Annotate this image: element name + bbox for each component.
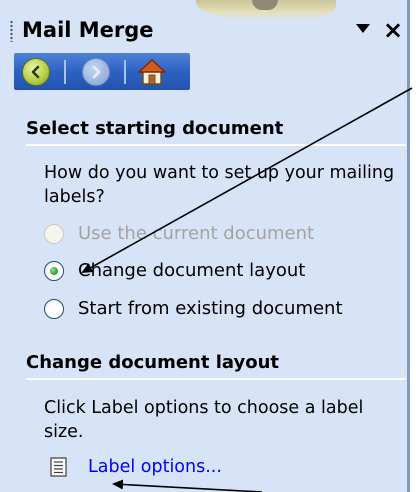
toolbar-separator <box>124 60 126 84</box>
option-label-use-current-document: Use the current document <box>78 223 315 244</box>
close-icon[interactable]: × <box>383 16 403 44</box>
radio-start-from-existing-document[interactable] <box>44 299 64 319</box>
toolbar-separator <box>64 60 66 84</box>
document-icon[interactable] <box>50 457 68 477</box>
drag-grip-icon[interactable] <box>10 20 13 42</box>
back-arrow-icon[interactable] <box>22 58 50 86</box>
task-pane-title-bar: Mail Merge × <box>0 10 410 50</box>
label-options-link-text[interactable]: Label options... <box>88 454 222 480</box>
option-label-change-document-layout[interactable]: Change document layout <box>78 258 305 284</box>
section-divider <box>26 144 406 146</box>
section-heading-select-starting-document: Select starting document <box>26 118 284 139</box>
forward-arrow-icon[interactable] <box>82 58 110 86</box>
navigation-toolbar <box>14 53 190 90</box>
option-label-start-from-existing-document[interactable]: Start from existing document <box>78 296 343 322</box>
section-divider <box>26 378 406 380</box>
home-icon[interactable] <box>136 57 168 87</box>
mail-merge-task-pane: Mail Merge × Select starting document Ho… <box>0 0 410 492</box>
radio-selected-dot <box>50 267 58 275</box>
radio-change-document-layout[interactable] <box>44 261 64 281</box>
dropdown-arrow-icon[interactable] <box>356 24 370 33</box>
section-heading-change-document-layout: Change document layout <box>26 352 280 373</box>
label-size-instructions: Click Label options to choose a label si… <box>44 398 364 442</box>
mailing-labels-question: How do you want to set up your mailing l… <box>44 163 395 207</box>
radio-use-current-document <box>44 224 64 244</box>
task-pane-title: Mail Merge <box>22 18 154 42</box>
